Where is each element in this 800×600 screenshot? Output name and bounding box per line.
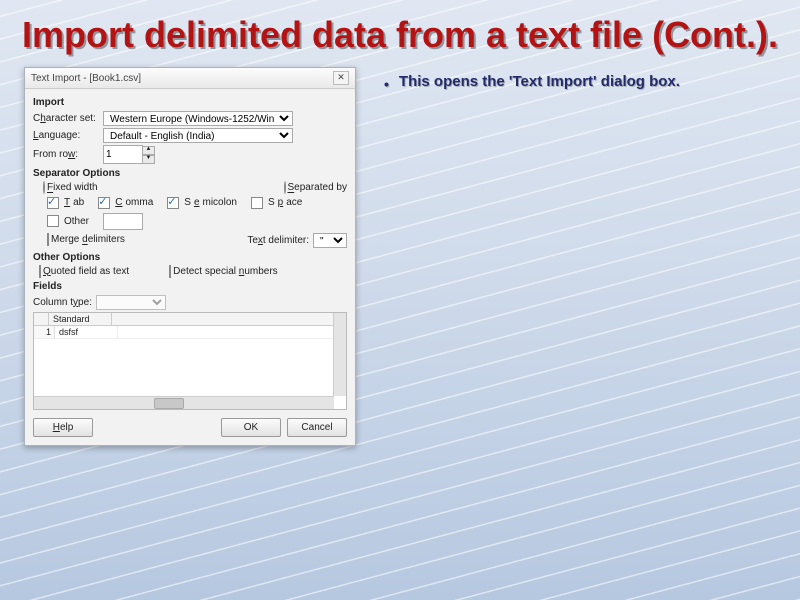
other-delim-input[interactable] xyxy=(103,213,143,230)
comma-checkbox[interactable]: Comma xyxy=(98,197,153,209)
dialog-button-row: Help OK Cancel xyxy=(33,418,347,437)
column-type-row: Column type: xyxy=(33,295,347,310)
bullet-column: • This opens the 'Text Import' dialog bo… xyxy=(384,67,776,445)
from-row-spinner[interactable]: ▲ ▼ xyxy=(103,145,155,164)
fields-preview[interactable]: Standard 1 dsfsf xyxy=(33,312,347,410)
language-select[interactable]: Default - English (India) xyxy=(103,128,293,143)
fixed-width-radio[interactable]: Fixed width xyxy=(43,182,98,193)
from-row-input[interactable] xyxy=(103,145,143,164)
dialog-content: Import Character set: Western Europe (Wi… xyxy=(25,89,355,444)
bullet-item: • This opens the 'Text Import' dialog bo… xyxy=(384,73,776,95)
slide-title: Import delimited data from a text file (… xyxy=(0,0,800,61)
row-number: 1 xyxy=(34,326,55,338)
help-button[interactable]: Help xyxy=(33,418,93,437)
preview-row: 1 dsfsf xyxy=(34,326,346,339)
other-options-section-label: Other Options xyxy=(33,252,347,263)
scroll-thumb[interactable] xyxy=(154,398,184,409)
charset-row: Character set: Western Europe (Windows-1… xyxy=(33,111,347,126)
language-label: Language: xyxy=(33,130,99,141)
semicolon-checkbox[interactable]: Semicolon xyxy=(167,197,237,209)
separator-checkboxes: Tab Comma Semicolon Space Other xyxy=(47,197,347,230)
text-delimiter-label: Text delimiter: xyxy=(247,235,309,246)
charset-label: Character set: xyxy=(33,113,99,124)
separator-section-label: Separator Options xyxy=(33,168,347,179)
other-checkbox[interactable]: Other xyxy=(47,213,89,230)
tab-checkbox[interactable]: Tab xyxy=(47,197,84,209)
bullet-text: This opens the 'Text Import' dialog box. xyxy=(399,73,680,90)
text-import-dialog: Text Import - [Book1.csv] ✕ Import Chara… xyxy=(24,67,356,445)
preview-cell: dsfsf xyxy=(55,326,118,338)
fields-section-label: Fields xyxy=(33,281,347,292)
preview-col-header: Standard xyxy=(49,313,112,325)
spin-up-icon[interactable]: ▲ xyxy=(142,146,155,155)
dialog-wrap: Text Import - [Book1.csv] ✕ Import Chara… xyxy=(24,67,356,445)
language-row: Language: Default - English (India) xyxy=(33,128,347,143)
horizontal-scrollbar[interactable] xyxy=(34,396,334,409)
space-checkbox[interactable]: Space xyxy=(251,197,302,209)
spin-down-icon[interactable]: ▼ xyxy=(142,155,155,164)
column-type-select[interactable] xyxy=(96,295,166,310)
ok-button[interactable]: OK xyxy=(221,418,281,437)
from-row-label: From row: xyxy=(33,149,99,160)
bullet-dot-icon: • xyxy=(384,75,389,95)
merge-delimiters-checkbox[interactable]: Merge delimiters xyxy=(47,234,125,245)
separator-radio-row: Fixed width Separated by xyxy=(43,182,347,193)
import-section-label: Import xyxy=(33,97,347,108)
from-row-row: From row: ▲ ▼ xyxy=(33,145,347,164)
preview-header-row: Standard xyxy=(34,313,346,326)
text-delimiter-select[interactable]: " xyxy=(313,233,347,248)
vertical-scrollbar[interactable] xyxy=(333,313,346,396)
detect-numbers-checkbox[interactable]: Detect special numbers xyxy=(169,266,278,277)
quoted-field-checkbox[interactable]: Quoted field as text xyxy=(39,266,129,277)
separated-by-radio[interactable]: Separated by xyxy=(284,182,348,193)
close-icon[interactable]: ✕ xyxy=(333,71,349,85)
cancel-button[interactable]: Cancel xyxy=(287,418,347,437)
charset-select[interactable]: Western Europe (Windows-1252/WinLatin 1) xyxy=(103,111,293,126)
dialog-title-text: Text Import - [Book1.csv] xyxy=(31,73,141,84)
column-type-label: Column type: xyxy=(33,297,92,308)
slide-body: Text Import - [Book1.csv] ✕ Import Chara… xyxy=(0,61,800,445)
dialog-titlebar: Text Import - [Book1.csv] ✕ xyxy=(25,68,355,89)
